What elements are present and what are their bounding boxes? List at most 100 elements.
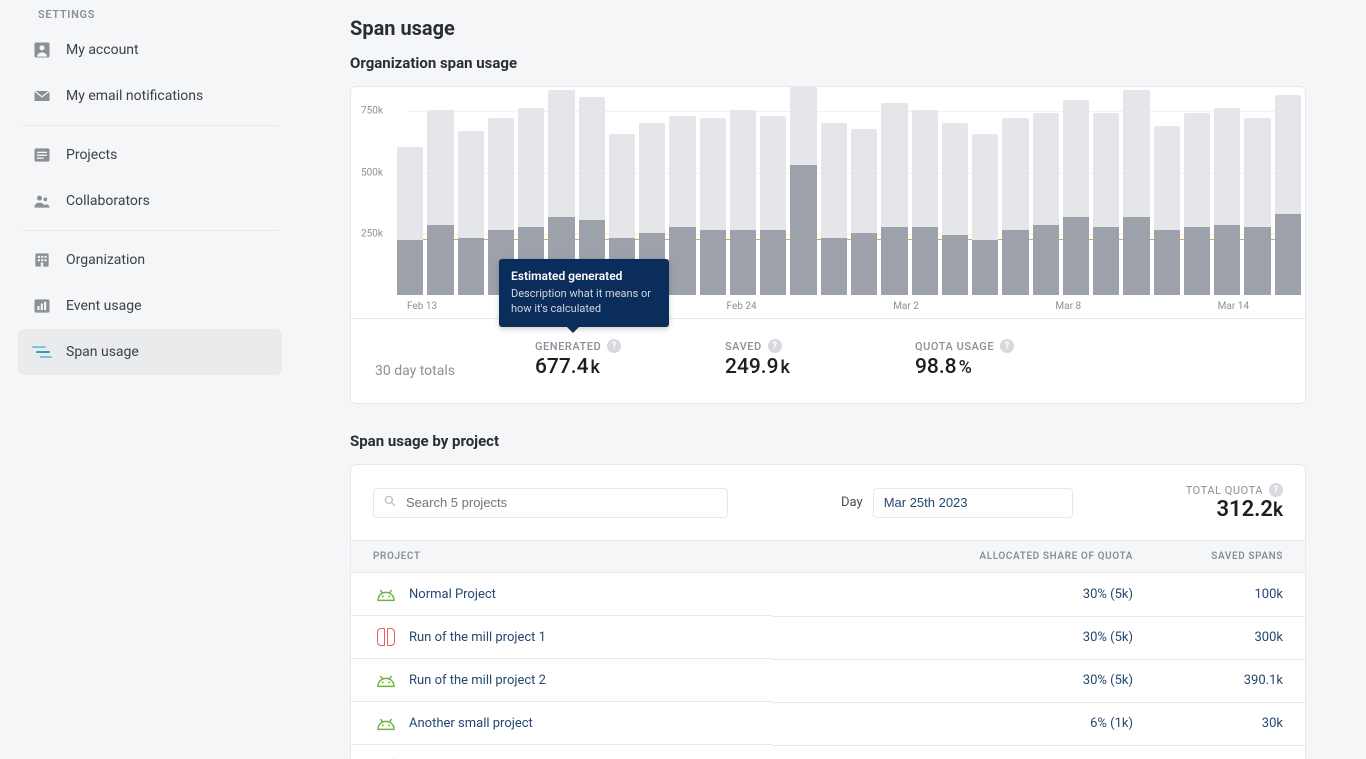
sidebar-item-account[interactable]: My account <box>18 27 282 73</box>
metric-quota: QUOTA USAGE ? 98.8% <box>915 339 1025 379</box>
main-content: Span usage Organization span usage 250k5… <box>300 0 1366 759</box>
table-row[interactable]: Another small project 6% (1k)30k <box>351 702 1305 745</box>
tooltip-title: Estimated generated <box>511 269 657 283</box>
user-icon <box>32 40 52 60</box>
project-share: 30% (5k) <box>772 616 1155 659</box>
metric-value: 249.9 <box>725 355 779 379</box>
chart-bar[interactable] <box>427 87 453 295</box>
sidebar-item-span-usage[interactable]: Span usage <box>18 329 282 375</box>
y-tick-label: 500k <box>361 167 383 178</box>
sidebar-divider <box>22 230 278 231</box>
col-share: ALLOCATED SHARE OF QUOTA <box>772 541 1155 573</box>
total-quota-unit: k <box>1273 498 1283 521</box>
metric-unit: k <box>781 357 790 378</box>
tooltip-estimated-generated: Estimated generated Description what it … <box>499 259 669 327</box>
mail-icon <box>32 86 52 106</box>
table-row[interactable]: Run of the mill project 130% (5k)300k <box>351 616 1305 659</box>
project-share: 30% (5k) <box>772 573 1155 617</box>
project-name: Run of the mill project 1 <box>409 630 546 645</box>
metric-value: 98.8 <box>915 355 957 379</box>
tooltip-body: Description what it means or how it's ca… <box>511 287 657 317</box>
chart-bar[interactable] <box>790 87 816 295</box>
android-icon <box>373 585 399 603</box>
bar-chart-icon <box>32 296 52 316</box>
chart-footer: Estimated generated Description what it … <box>351 319 1305 403</box>
sidebar-item-event-usage[interactable]: Event usage <box>18 283 282 329</box>
table-row[interactable]: Run of the mill project 230% (5k)390.1k <box>351 659 1305 702</box>
chart-bar[interactable] <box>1063 87 1089 295</box>
sidebar-item-organization[interactable]: Organization <box>18 237 282 283</box>
building-icon <box>32 250 52 270</box>
sidebar: SETTINGS My account My email notificatio… <box>0 0 300 759</box>
chart-bar[interactable] <box>1093 87 1119 295</box>
switch-icon <box>373 628 399 646</box>
span-usage-icon <box>32 342 52 362</box>
col-spans: SAVED SPANS <box>1155 541 1305 573</box>
android-icon <box>373 714 399 732</box>
chart-bar[interactable] <box>851 87 877 295</box>
sidebar-divider <box>22 125 278 126</box>
project-share: 4% (666) <box>772 745 1155 759</box>
y-tick-label: 750k <box>361 106 383 117</box>
sidebar-item-email[interactable]: My email notifications <box>18 73 282 119</box>
chart-bar[interactable] <box>1244 87 1270 295</box>
metric-generated: GENERATED ? 677.4k <box>535 339 645 379</box>
chart-bar[interactable] <box>1002 87 1028 295</box>
chart-bar[interactable] <box>972 87 998 295</box>
x-tick-label: Mar 8 <box>1055 301 1081 312</box>
sidebar-item-projects[interactable]: Projects <box>18 132 282 178</box>
chart-bar[interactable] <box>1275 87 1301 295</box>
total-quota-value: 312.2 <box>1216 497 1273 522</box>
sidebar-item-label: Organization <box>66 252 145 268</box>
chart-bar[interactable] <box>760 87 786 295</box>
help-icon[interactable]: ? <box>1269 483 1283 497</box>
help-icon[interactable]: ? <box>1000 339 1014 353</box>
metric-label: SAVED <box>725 340 762 353</box>
help-icon[interactable]: ? <box>607 339 621 353</box>
col-project: PROJECT <box>351 541 772 573</box>
search-input[interactable] <box>373 488 728 518</box>
sidebar-item-collaborators[interactable]: Collaborators <box>18 178 282 224</box>
chart-bar[interactable] <box>700 87 726 295</box>
usage-chart: 250k500k750k <box>351 87 1305 295</box>
project-share: 6% (1k) <box>772 702 1155 745</box>
sidebar-item-label: My email notifications <box>66 88 203 104</box>
project-name: Another small project <box>409 716 533 731</box>
x-tick-label: Feb 24 <box>727 301 757 312</box>
metric-label: QUOTA USAGE <box>915 340 994 353</box>
chart-bar[interactable] <box>1154 87 1180 295</box>
x-tick-label: Mar 2 <box>893 301 919 312</box>
chart-bar[interactable] <box>1214 87 1240 295</box>
chart-bar[interactable] <box>942 87 968 295</box>
project-share: 30% (5k) <box>772 659 1155 702</box>
metric-unit: % <box>959 357 972 378</box>
help-icon[interactable]: ? <box>768 339 782 353</box>
sidebar-item-label: Collaborators <box>66 193 150 209</box>
chart-bar[interactable] <box>821 87 847 295</box>
projects-table: PROJECT ALLOCATED SHARE OF QUOTA SAVED S… <box>351 540 1305 759</box>
projects-icon <box>32 145 52 165</box>
chart-bar[interactable] <box>1123 87 1149 295</box>
metric-value: 677.4 <box>535 355 589 379</box>
chart-bar[interactable] <box>397 87 423 295</box>
day-input[interactable] <box>873 488 1073 518</box>
chart-bar[interactable] <box>912 87 938 295</box>
project-search <box>373 488 728 518</box>
chart-bar[interactable] <box>730 87 756 295</box>
table-row[interactable]: Normal Project 30% (5k)100k <box>351 573 1305 617</box>
chart-bar[interactable] <box>1033 87 1059 295</box>
metric-label: GENERATED <box>535 340 601 353</box>
section-title-org: Organization span usage <box>350 54 1306 72</box>
chart-bar[interactable] <box>1184 87 1210 295</box>
totals-lead: 30 day totals <box>375 363 455 379</box>
chart-bar[interactable] <box>881 87 907 295</box>
table-row[interactable]: Very Small Project4% (666)20k <box>351 745 1305 759</box>
chart-x-axis: Feb 13FebFeb 24Mar 2Mar 8Mar 14 <box>351 295 1305 319</box>
sidebar-item-label: Projects <box>66 147 117 163</box>
total-quota: TOTAL QUOTA ? 312.2k <box>1186 483 1283 522</box>
project-spans: 30k <box>1155 702 1305 745</box>
project-name: Normal Project <box>409 587 496 602</box>
project-spans: 100k <box>1155 573 1305 617</box>
chart-bar[interactable] <box>458 87 484 295</box>
chart-bar[interactable] <box>669 87 695 295</box>
